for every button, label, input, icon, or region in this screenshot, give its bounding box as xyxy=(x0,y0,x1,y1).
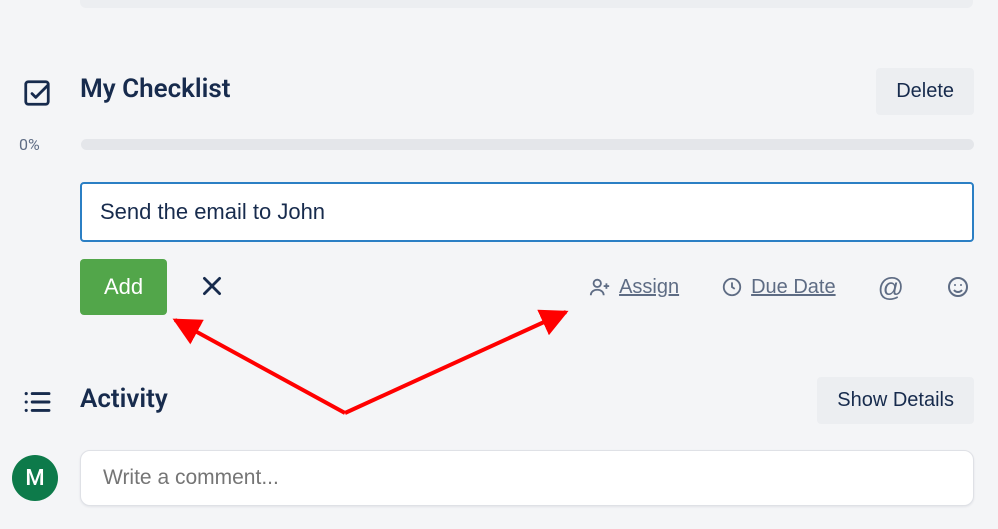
comment-input[interactable] xyxy=(80,450,974,506)
checklist-progress: 0% xyxy=(19,135,974,154)
mention-at-icon: @ xyxy=(878,272,904,303)
previous-section-edge xyxy=(80,0,973,8)
progress-percent-label: 0% xyxy=(19,135,61,154)
emoji-button[interactable] xyxy=(942,271,974,303)
close-icon xyxy=(199,273,225,299)
show-details-button[interactable]: Show Details xyxy=(817,377,974,424)
delete-checklist-button[interactable]: Delete xyxy=(876,68,974,115)
checklist-new-item-input[interactable] xyxy=(80,182,974,242)
due-date-label: Due Date xyxy=(751,276,836,299)
add-item-button[interactable]: Add xyxy=(80,259,167,315)
activity-list-icon xyxy=(22,390,52,414)
mention-button[interactable]: @ xyxy=(874,268,908,307)
clock-icon xyxy=(721,276,743,298)
assign-person-icon xyxy=(589,276,611,298)
cancel-add-item-button[interactable] xyxy=(193,267,231,308)
emoji-smile-icon xyxy=(946,275,970,299)
checklist-icon xyxy=(22,78,52,108)
activity-title: Activity xyxy=(80,384,168,414)
assign-button[interactable]: Assign xyxy=(585,272,683,303)
due-date-button[interactable]: Due Date xyxy=(717,272,840,303)
assign-label: Assign xyxy=(619,276,679,299)
progress-bar xyxy=(81,139,974,150)
checklist-title[interactable]: My Checklist xyxy=(80,74,231,104)
avatar[interactable]: M xyxy=(12,455,58,501)
